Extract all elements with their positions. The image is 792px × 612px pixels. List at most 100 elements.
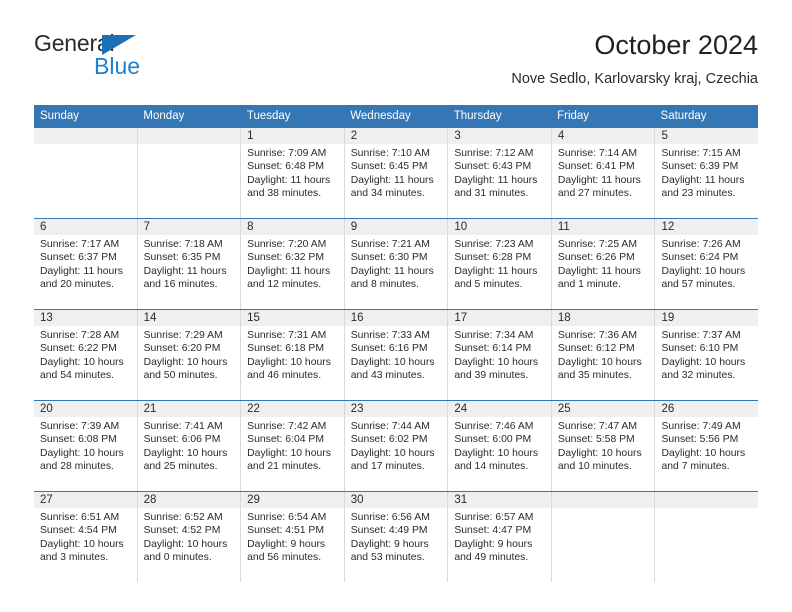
day-cell[interactable]: 16 Sunrise: 7:33 AM Sunset: 6:16 PM Dayligh… [344, 310, 449, 400]
sunset-text: Sunset: 6:28 PM [454, 252, 532, 264]
day-cell[interactable]: 8 Sunrise: 7:20 AM Sunset: 6:32 PM Daylight… [241, 219, 345, 309]
sunset-text: Sunset: 6:35 PM [143, 252, 221, 264]
day-sun-info: Sunrise: 7:42 AM Sunset: 6:04 PM Daylight:… [241, 417, 344, 474]
daylight-text-line1: Daylight: 10 hours [40, 538, 124, 550]
day-cell[interactable]: 7 Sunrise: 7:18 AM Sunset: 6:35 PM Daylight… [137, 219, 242, 309]
day-cell[interactable]: 30 Sunrise: 6:56 AM Sunset: 4:49 PM Dayligh… [344, 492, 449, 582]
day-cell[interactable]: 27 Sunrise: 6:51 AM Sunset: 4:54 PM Dayligh… [34, 492, 138, 582]
day-cell[interactable]: 9 Sunrise: 7:21 AM Sunset: 6:30 PM Daylight… [344, 219, 449, 309]
day-cell[interactable]: 20 Sunrise: 7:39 AM Sunset: 6:08 PM Dayligh… [34, 401, 138, 491]
day-cell[interactable]: 5 Sunrise: 7:15 AM Sunset: 6:39 PM Daylight… [655, 128, 759, 218]
daylight-text-line2: and 56 minutes. [247, 552, 322, 564]
day-cell[interactable]: 21 Sunrise: 7:41 AM Sunset: 6:06 PM Dayligh… [137, 401, 242, 491]
sunrise-text: Sunrise: 7:37 AM [661, 330, 741, 341]
sunset-text: Sunset: 6:48 PM [247, 161, 324, 173]
daylight-text-line2: and 0 minutes. [143, 552, 212, 564]
sunrise-text: Sunrise: 7:47 AM [557, 421, 638, 432]
day-number: 25 [551, 401, 655, 417]
daylight-text-line1: Daylight: 11 hours [454, 174, 538, 186]
day-cell[interactable]: 26 Sunrise: 7:49 AM Sunset: 5:56 PM Dayligh… [655, 401, 759, 491]
day-cell[interactable]: 12 Sunrise: 7:26 AM Sunset: 6:24 PM Dayligh… [655, 219, 759, 309]
daylight-text-line2: and 27 minutes. [557, 188, 632, 200]
sunset-text: Sunset: 6:24 PM [661, 252, 739, 264]
day-cell[interactable]: 29 Sunrise: 6:54 AM Sunset: 4:51 PM Dayligh… [241, 492, 345, 582]
day-cell[interactable]: 10 Sunrise: 7:23 AM Sunset: 6:28 PM Dayligh… [448, 219, 552, 309]
day-cell[interactable]: 19 Sunrise: 7:37 AM Sunset: 6:10 PM Dayligh… [655, 310, 759, 400]
daylight-text-line1: Daylight: 10 hours [247, 356, 331, 368]
daylight-text-line2: and 8 minutes. [350, 279, 419, 291]
day-sun-info: Sunrise: 7:39 AM Sunset: 6:08 PM Daylight:… [34, 417, 137, 474]
day-sun-info: Sunrise: 6:57 AM Sunset: 4:47 PM Daylight:… [448, 508, 551, 565]
sunset-text: Sunset: 5:56 PM [661, 434, 739, 446]
day-number [34, 128, 137, 144]
day-number: 16 [344, 310, 448, 326]
day-cell[interactable]: 1 Sunrise: 7:09 AM Sunset: 6:48 PM Daylight… [241, 128, 345, 218]
daylight-text-line1: Daylight: 10 hours [247, 447, 331, 459]
brand-logo[interactable]: General Blue [34, 30, 244, 92]
day-cell[interactable]: 6 Sunrise: 7:17 AM Sunset: 6:37 PM Daylight… [34, 219, 138, 309]
day-number: 24 [448, 401, 551, 417]
daylight-text-line2: and 23 minutes. [661, 188, 736, 200]
daylight-text-line2: and 1 minute. [557, 279, 621, 291]
day-sun-info: Sunrise: 7:26 AM Sunset: 6:24 PM Daylight:… [655, 235, 758, 292]
daylight-text-line1: Daylight: 10 hours [40, 356, 124, 368]
day-cell[interactable]: 17 Sunrise: 7:34 AM Sunset: 6:14 PM Dayligh… [448, 310, 552, 400]
day-number: 27 [34, 492, 137, 508]
sunset-text: Sunset: 4:49 PM [350, 525, 428, 537]
daylight-text-line1: Daylight: 10 hours [661, 447, 746, 459]
day-sun-info: Sunrise: 7:31 AM Sunset: 6:18 PM Daylight:… [241, 326, 344, 383]
day-cell[interactable]: 28 Sunrise: 6:52 AM Sunset: 4:52 PM Dayligh… [137, 492, 242, 582]
daylight-text-line2: and 7 minutes. [661, 461, 730, 473]
sunrise-text: Sunrise: 7:34 AM [454, 330, 534, 341]
day-sun-info: Sunrise: 7:10 AM Sunset: 6:45 PM Daylight:… [345, 144, 448, 201]
sunset-text: Sunset: 6:16 PM [350, 343, 428, 355]
day-sun-info: Sunrise: 7:36 AM Sunset: 6:12 PM Daylight:… [552, 326, 655, 383]
daylight-text-line1: Daylight: 10 hours [40, 447, 124, 459]
day-cell[interactable]: 22 Sunrise: 7:42 AM Sunset: 6:04 PM Dayligh… [241, 401, 345, 491]
day-number: 30 [344, 492, 448, 508]
sunrise-text: Sunrise: 6:57 AM [454, 512, 534, 523]
day-cell[interactable]: 3 Sunrise: 7:12 AM Sunset: 6:43 PM Daylight… [448, 128, 552, 218]
daylight-text-line1: Daylight: 9 hours [247, 538, 326, 550]
day-sun-info: Sunrise: 7:46 AM Sunset: 6:00 PM Daylight:… [448, 417, 551, 474]
sunset-text: Sunset: 6:26 PM [557, 252, 635, 264]
daylight-text-line1: Daylight: 10 hours [454, 447, 539, 459]
day-cell[interactable]: 15 Sunrise: 7:31 AM Sunset: 6:18 PM Dayligh… [241, 310, 345, 400]
daylight-text-line1: Daylight: 10 hours [143, 538, 228, 550]
day-number: 23 [344, 401, 448, 417]
day-cell[interactable]: 13 Sunrise: 7:28 AM Sunset: 6:22 PM Dayligh… [34, 310, 138, 400]
daylight-text-line2: and 38 minutes. [247, 188, 322, 200]
sunrise-text: Sunrise: 7:31 AM [247, 330, 327, 341]
day-number: 17 [448, 310, 551, 326]
sunset-text: Sunset: 4:51 PM [247, 525, 324, 537]
daylight-text-line1: Daylight: 10 hours [661, 265, 746, 277]
sunset-text: Sunset: 4:52 PM [143, 525, 221, 537]
day-cell[interactable]: 25 Sunrise: 7:47 AM Sunset: 5:58 PM Dayligh… [551, 401, 656, 491]
day-cell[interactable]: 11 Sunrise: 7:25 AM Sunset: 6:26 PM Dayligh… [551, 219, 656, 309]
day-cell[interactable]: 23 Sunrise: 7:44 AM Sunset: 6:02 PM Dayligh… [344, 401, 449, 491]
day-sun-info: Sunrise: 7:18 AM Sunset: 6:35 PM Daylight:… [138, 235, 241, 292]
day-cell[interactable]: 14 Sunrise: 7:29 AM Sunset: 6:20 PM Dayligh… [137, 310, 242, 400]
brand-name-blue: Blue [94, 53, 141, 79]
daylight-text-line2: and 46 minutes. [247, 370, 322, 382]
sunrise-text: Sunrise: 7:39 AM [40, 421, 120, 432]
day-cell[interactable]: 2 Sunrise: 7:10 AM Sunset: 6:45 PM Daylight… [344, 128, 449, 218]
sunset-text: Sunset: 6:20 PM [143, 343, 221, 355]
day-cell[interactable]: 18 Sunrise: 7:36 AM Sunset: 6:12 PM Dayligh… [551, 310, 656, 400]
daylight-text-line2: and 34 minutes. [350, 188, 425, 200]
daylight-text-line1: Daylight: 11 hours [40, 265, 123, 277]
daylight-text-line1: Daylight: 11 hours [350, 265, 434, 277]
sunrise-text: Sunrise: 7:21 AM [350, 239, 430, 250]
sunrise-text: Sunrise: 7:10 AM [350, 148, 430, 159]
daylight-text-line2: and 14 minutes. [454, 461, 529, 473]
day-number: 8 [241, 219, 344, 235]
triangle-logo-icon [102, 35, 136, 55]
day-number [137, 128, 241, 144]
day-number: 15 [241, 310, 344, 326]
page-title: October 2024 [594, 30, 758, 60]
daylight-text-line1: Daylight: 11 hours [557, 174, 641, 186]
day-cell[interactable]: 31 Sunrise: 6:57 AM Sunset: 4:47 PM Dayligh… [448, 492, 552, 582]
sunrise-text: Sunrise: 7:17 AM [40, 239, 120, 250]
day-cell[interactable]: 4 Sunrise: 7:14 AM Sunset: 6:41 PM Daylight… [551, 128, 656, 218]
day-cell[interactable]: 24 Sunrise: 7:46 AM Sunset: 6:00 PM Dayligh… [448, 401, 552, 491]
